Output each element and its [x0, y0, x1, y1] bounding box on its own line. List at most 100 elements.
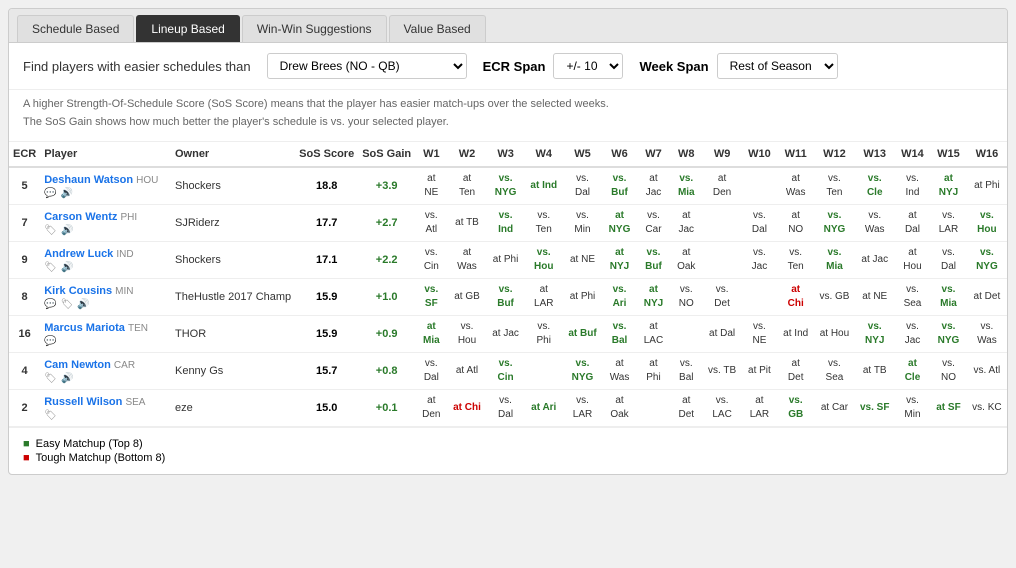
week-cell-w1: atNE	[415, 167, 447, 205]
week-cell-w6: atNYJ	[602, 242, 637, 279]
week-cell-w15: vs.NO	[930, 353, 967, 390]
legend-tough: ■ Tough Matchup (Bottom 8)	[23, 452, 993, 464]
week-cell-w13: at TB	[855, 353, 895, 390]
team-abbr: TEN	[128, 323, 148, 334]
week-cell-w8: atJac	[670, 205, 702, 242]
players-table: ECR Player Owner SoS Score SoS Gain W1 W…	[9, 142, 1007, 427]
week-cell-w10: at Pit	[742, 353, 778, 390]
team-abbr: IND	[116, 249, 133, 260]
sos-score-cell: 17.7	[295, 205, 358, 242]
player-name[interactable]: Cam Newton	[44, 359, 111, 371]
legend-easy: ■ Easy Matchup (Top 8)	[23, 438, 993, 450]
week-cell-w13: vs. SF	[855, 390, 895, 427]
info-line1: A higher Strength-Of-Schedule Score (SoS…	[23, 96, 993, 114]
week-span-label: Week Span	[639, 59, 708, 74]
col-header-owner: Owner	[171, 142, 295, 167]
badge-icon: 🏷	[44, 373, 57, 384]
week-cell-w12: at Hou	[814, 316, 854, 353]
week-cell-w3: vs.Dal	[486, 390, 524, 427]
week-cell-w5: at NE	[563, 242, 602, 279]
week-cell-w3: vs.NYG	[486, 167, 524, 205]
week-cell-w8	[670, 316, 702, 353]
chat-icon: 💬	[44, 336, 56, 347]
chat-icon: 💬	[44, 188, 56, 199]
player-name[interactable]: Carson Wentz	[44, 211, 117, 223]
week-cell-w4: at Ind	[525, 167, 563, 205]
week-cell-w2: atTen	[448, 167, 487, 205]
week-cell-w5: vs.LAR	[563, 390, 602, 427]
week-cell-w15: at SF	[930, 390, 967, 427]
week-cell-w13: vs.Cle	[855, 167, 895, 205]
week-cell-w7: atLAC	[637, 316, 670, 353]
owner-name: Shockers	[175, 180, 221, 192]
week-cell-w8: vs.Mia	[670, 167, 702, 205]
player-name[interactable]: Andrew Luck	[44, 248, 113, 260]
week-cell-w9	[702, 242, 741, 279]
week-cell-w14: vs.Min	[895, 390, 930, 427]
week-cell-w7: atJac	[637, 167, 670, 205]
week-cell-w10: vs.Jac	[742, 242, 778, 279]
player-cell: Russell Wilson SEA 🏷	[40, 390, 171, 427]
tab-lineup[interactable]: Lineup Based	[136, 15, 239, 42]
week-cell-w10	[742, 167, 778, 205]
chat-icon: 💬	[44, 299, 56, 310]
player-select[interactable]: Drew Brees (NO - QB)	[267, 53, 467, 79]
week-cell-w6: atWas	[602, 353, 637, 390]
tab-value[interactable]: Value Based	[389, 15, 486, 42]
sos-score-cell: 15.7	[295, 353, 358, 390]
week-cell-w3: vs.Buf	[486, 279, 524, 316]
week-cell-w12: vs.Mia	[814, 242, 854, 279]
owner-name: TheHustle 2017 Champ	[175, 291, 291, 303]
col-header-ecr: ECR	[9, 142, 40, 167]
legend-tough-indicator: ■	[23, 452, 30, 464]
week-cell-w16: vs.NYG	[967, 242, 1007, 279]
week-cell-w2: vs.Hou	[448, 316, 487, 353]
week-cell-w13: at NE	[855, 279, 895, 316]
owner-name: Kenny Gs	[175, 365, 223, 377]
week-cell-w2: at Chi	[448, 390, 487, 427]
tab-winwin[interactable]: Win-Win Suggestions	[242, 15, 387, 42]
week-cell-w15: vs.Dal	[930, 242, 967, 279]
sound-icon: 🔊	[61, 373, 73, 384]
week-cell-w7: vs.Buf	[637, 242, 670, 279]
owner-cell: THOR	[171, 316, 295, 353]
player-name[interactable]: Deshaun Watson	[44, 174, 133, 186]
week-span-select[interactable]: Rest of Season	[717, 53, 838, 79]
tab-bar: Schedule Based Lineup Based Win-Win Sugg…	[9, 9, 1007, 43]
week-cell-w2: atWas	[448, 242, 487, 279]
player-name[interactable]: Kirk Cousins	[44, 285, 112, 297]
team-abbr: MIN	[115, 286, 133, 297]
sos-gain-cell: +2.7	[358, 205, 415, 242]
team-abbr: PHI	[120, 212, 137, 223]
week-cell-w14: atCle	[895, 353, 930, 390]
badge-icon: 🏷	[61, 299, 74, 310]
legend-easy-label: Easy Matchup (Top 8)	[36, 438, 143, 450]
col-header-w4: W4	[525, 142, 563, 167]
week-cell-w1: atDen	[415, 390, 447, 427]
col-header-w1: W1	[415, 142, 447, 167]
week-cell-w5: at Buf	[563, 316, 602, 353]
col-header-w14: W14	[895, 142, 930, 167]
week-cell-w5: vs.NYG	[563, 353, 602, 390]
week-cell-w11: atDet	[777, 353, 814, 390]
week-cell-w10: atLAR	[742, 390, 778, 427]
week-cell-w1: vs.Dal	[415, 353, 447, 390]
legend-easy-indicator: ■	[23, 438, 30, 450]
week-cell-w2: at GB	[448, 279, 487, 316]
sound-icon: 🔊	[61, 225, 73, 236]
table-row: 9 Andrew Luck IND 🏷🔊 Shockers 17.1 +2.2 …	[9, 242, 1007, 279]
col-header-w3: W3	[486, 142, 524, 167]
week-cell-w11: at Ind	[777, 316, 814, 353]
tab-schedule[interactable]: Schedule Based	[17, 15, 134, 42]
badge-icon: 🏷	[44, 410, 57, 421]
ecr-span-select[interactable]: +/- 10	[553, 53, 623, 79]
week-cell-w5: at Phi	[563, 279, 602, 316]
week-cell-w1: vs.SF	[415, 279, 447, 316]
week-cell-w9: vs. TB	[702, 353, 741, 390]
info-text: A higher Strength-Of-Schedule Score (SoS…	[9, 90, 1007, 142]
col-header-w5: W5	[563, 142, 602, 167]
player-cell: Deshaun Watson HOU 💬🔊	[40, 167, 171, 205]
player-name[interactable]: Marcus Mariota	[44, 322, 125, 334]
player-name[interactable]: Russell Wilson	[44, 396, 122, 408]
week-cell-w8: vs.NO	[670, 279, 702, 316]
